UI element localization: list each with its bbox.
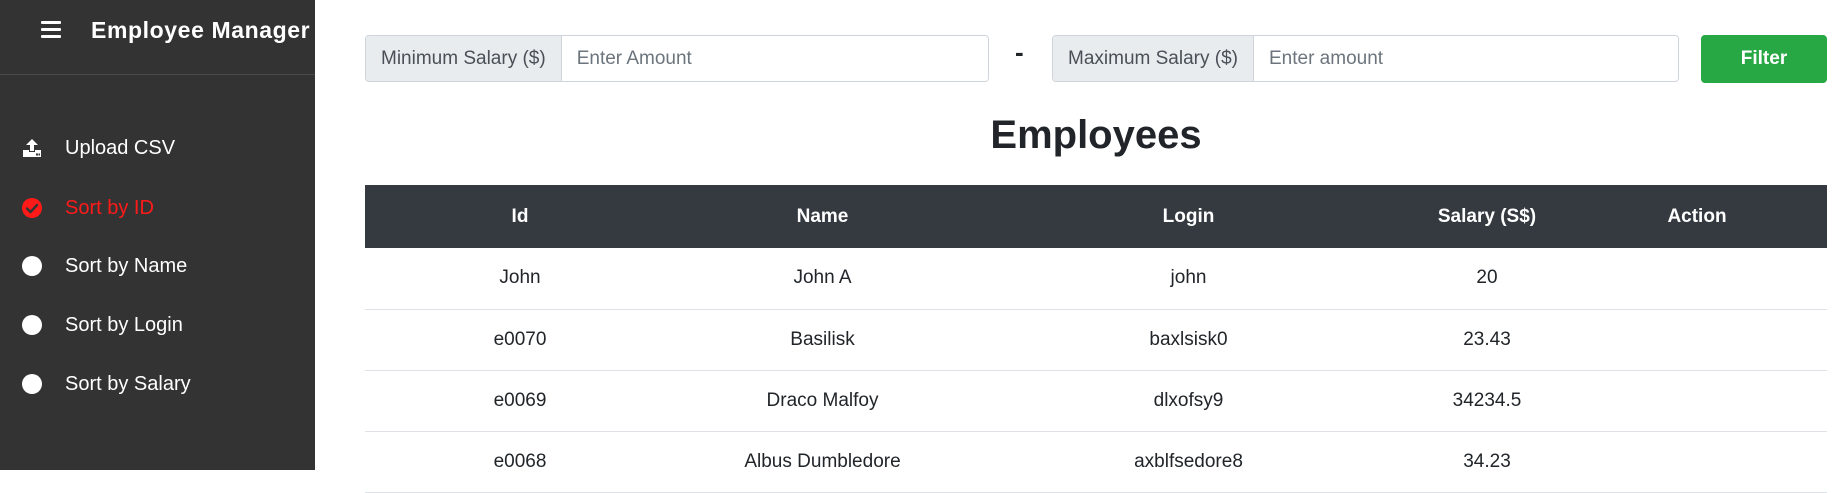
cell-name: Basilisk [790, 328, 855, 350]
cell-login: john [1170, 267, 1207, 289]
sidebar-item-label: Sort by Name [65, 254, 188, 277]
radio-dot-icon [21, 373, 43, 395]
check-circle-icon [21, 197, 43, 219]
max-salary-input[interactable] [1253, 36, 1678, 81]
sidebar: Employee Manager Upload CSV Sort by ID S… [0, 0, 315, 470]
sidebar-header: Employee Manager [0, 0, 315, 75]
table-row: e0070 Basilisk baxlsisk0 23.43 [365, 309, 1827, 370]
upload-icon [21, 137, 43, 159]
sidebar-item-sort-by-salary[interactable]: Sort by Salary [0, 362, 315, 406]
cell-id: e0068 [493, 450, 547, 472]
radio-dot-icon [21, 314, 43, 336]
cell-action [1567, 309, 1827, 370]
sidebar-item-sort-by-id[interactable]: Sort by ID [0, 186, 315, 230]
table-row: John John A john 20 [365, 248, 1827, 309]
cell-name: Draco Malfoy [766, 389, 879, 411]
sidebar-item-label: Upload CSV [65, 136, 176, 159]
column-header-name[interactable]: Name [675, 185, 970, 248]
page-title: Employees [990, 113, 1202, 157]
sidebar-item-sort-by-name[interactable]: Sort by Name [0, 244, 315, 288]
table-row: e0069 Draco Malfoy dlxofsy9 34234.5 [365, 370, 1827, 431]
employees-table: Id Name Login Salary (S$) Action John Jo… [365, 185, 1827, 493]
cell-action [1567, 370, 1827, 431]
cell-name: John A [793, 267, 852, 289]
column-header-id[interactable]: Id [365, 185, 675, 248]
cell-id: e0070 [493, 328, 547, 350]
range-separator: - [1015, 37, 1024, 67]
cell-id: John [499, 267, 541, 289]
cell-action [1567, 431, 1827, 492]
cell-name: Albus Dumbledore [744, 450, 901, 472]
sidebar-item-label: Sort by Salary [65, 372, 191, 395]
min-salary-group: Minimum Salary ($) [365, 35, 989, 82]
cell-salary: 20 [1476, 267, 1498, 289]
table-body: John John A john 20 e0070 Basilisk baxls… [365, 248, 1827, 492]
cell-login: baxlsisk0 [1149, 328, 1228, 350]
table-row: e0068 Albus Dumbledore axblfsedore8 34.2… [365, 431, 1827, 492]
hamburger-menu-icon[interactable] [41, 21, 61, 39]
sidebar-item-upload-csv[interactable]: Upload CSV [0, 126, 315, 170]
cell-login: dlxofsy9 [1153, 389, 1224, 411]
cell-salary: 34.23 [1463, 450, 1511, 472]
main-content: Minimum Salary ($) - Maximum Salary ($) … [315, 0, 1838, 492]
max-salary-label: Maximum Salary ($) [1053, 36, 1254, 81]
sidebar-item-label: Sort by ID [65, 196, 154, 219]
max-salary-group: Maximum Salary ($) [1052, 35, 1679, 82]
table-header: Id Name Login Salary (S$) Action [365, 185, 1827, 248]
cell-salary: 23.43 [1463, 328, 1511, 350]
cell-salary: 34234.5 [1452, 389, 1522, 411]
column-header-action: Action [1667, 205, 1727, 227]
sidebar-item-sort-by-login[interactable]: Sort by Login [0, 303, 315, 347]
app-title: Employee Manager [91, 17, 311, 43]
sidebar-item-label: Sort by Login [65, 313, 183, 336]
min-salary-input[interactable] [561, 36, 988, 81]
cell-login: axblfsedore8 [1134, 450, 1243, 472]
column-header-login[interactable]: Login [970, 185, 1407, 248]
min-salary-label: Minimum Salary ($) [366, 36, 562, 81]
filter-button[interactable]: Filter [1701, 35, 1827, 83]
radio-dot-icon [21, 255, 43, 277]
cell-action [1567, 248, 1827, 309]
table-header-row: Id Name Login Salary (S$) Action [365, 185, 1827, 248]
column-header-salary[interactable]: Salary (S$) [1407, 185, 1567, 248]
cell-id: e0069 [493, 389, 547, 411]
